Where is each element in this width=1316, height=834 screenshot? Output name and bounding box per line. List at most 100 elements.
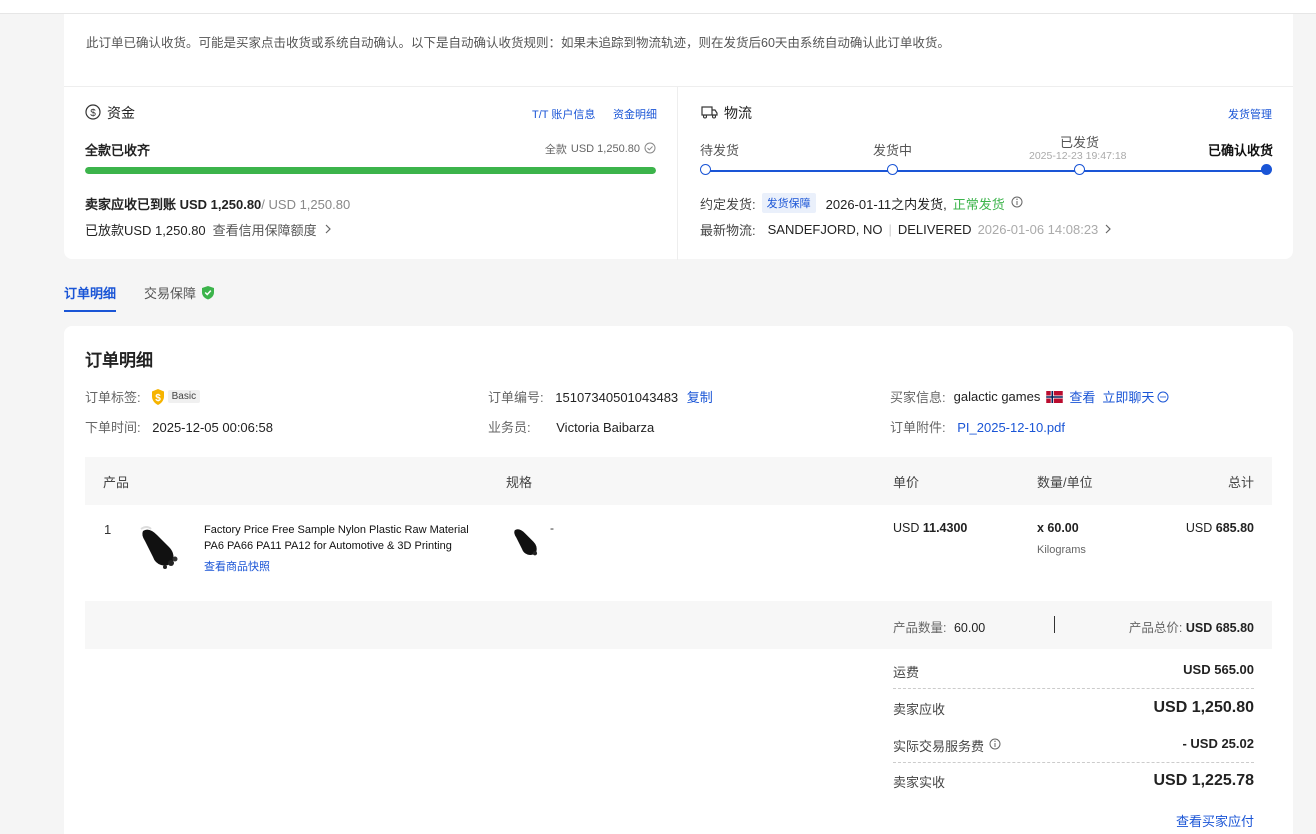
panel-divider [677,87,678,260]
order-detail-card: 订单明细 订单标签: $ Basic 下单时间: 2025-12-05 00:0… [64,326,1293,834]
fee-divider [893,688,1254,689]
copy-order-no-button[interactable]: 复制 [687,390,713,405]
row-total: USD 685.80 [1186,521,1254,535]
shipping-manage-link[interactable]: 发货管理 [1228,106,1272,122]
check-circle-icon [644,142,656,157]
summary-qty: 产品数量: 60.00 [893,617,985,636]
seller-receivable-value: USD 1,250.80 [1153,699,1254,716]
credit-limit-link[interactable]: 查看信用保障额度 [213,220,317,239]
svg-text:$: $ [155,393,161,404]
buyer-chat-link[interactable]: 立即聊天 [1102,387,1154,406]
product-snapshot-link[interactable]: 查看商品快照 [204,558,270,574]
summary-total: 产品总价: USD 685.80 [1129,617,1254,636]
attachment-link[interactable]: PI_2025-12-10.pdf [957,420,1065,435]
summary-qty-value: 60.00 [953,621,986,635]
tab-trade-assurance[interactable]: 交易保障 [144,280,215,313]
unit-price-value: 11.4300 [922,521,968,535]
order-time-row: 下单时间: 2025-12-05 00:06:58 [85,417,273,436]
tab-order-detail-label: 订单明细 [64,286,117,301]
shipping-fee-label: 运费 [893,665,920,680]
spec-value: - [550,521,554,535]
step-dot-shipping [887,164,898,175]
step-dot-pending [700,164,711,175]
sales-value: Victoria Baibarza [556,420,655,435]
latest-label: 最新物流: [700,223,756,238]
attachment-label: 订单附件: [890,420,946,435]
full-label: 全款 [544,144,567,156]
separator: | [888,222,892,237]
buyer-label: 买家信息: [890,390,946,405]
logistics-track [706,170,1266,172]
header-total: 总计 [1227,475,1254,490]
tab-order-detail[interactable]: 订单明细 [64,280,117,313]
latest-time: 2026-01-06 14:08:23 [977,222,1099,237]
seller-received-total: / USD 1,250.80 [261,197,351,212]
summary-total-value: USD 685.80 [1185,621,1254,635]
tt-account-link[interactable]: T/T 账户信息 [532,106,595,122]
order-tabs: 订单明细 交易保障 [64,280,215,313]
product-summary: 产品数量: 60.00 产品总价: USD 685.80 [85,601,1272,649]
summary-divider [1054,616,1055,633]
unit-price: USD 11.4300 [893,521,967,535]
basic-badge-text: Basic [167,390,201,403]
norway-flag-icon [1046,390,1064,403]
released-line: 已放款USD 1,250.80 查看信用保障额度 [85,220,332,239]
header-product: 产品 [103,475,130,490]
info-icon[interactable] [989,738,1001,753]
step-label-confirmed: 已确认收货 [1208,143,1274,158]
seller-receivable-label: 卖家应收 [893,702,946,717]
step-shipped-time: 2025-12-23 19:47:18 [1029,150,1127,162]
full-payment-info: 全款 USD 1,250.80 [545,141,656,157]
chevron-right-icon[interactable] [324,222,332,237]
buyer-payable-link[interactable]: 查看买家应付 [1176,811,1254,830]
seller-actual-value: USD 1,225.78 [1153,772,1254,789]
funds-status: 全款已收齐 [85,143,151,158]
product-name-line2: PA6 PA66 PA11 PA12 for Automotive & 3D P… [204,540,452,552]
tab-trade-assurance-label: 交易保障 [144,286,197,301]
funds-title-text: 资金 [107,105,135,121]
header-quantity: 数量/单位 [1037,475,1093,490]
product-name[interactable]: Factory Price Free Sample Nylon Plastic … [204,522,469,554]
step-dot-shipped [1074,164,1085,175]
seller-received-line: 卖家应收已到账 USD 1,250.80/ USD 1,250.80 [85,194,350,213]
truck-icon [701,105,718,122]
ship-deadline-line: 约定发货: 发货保障 2026-01-11之内发货, 正常发货 [700,193,1023,213]
latest-logistics-line[interactable]: 最新物流: SANDEFJORD, NO | DELIVERED 2026-01… [700,220,1112,239]
product-image[interactable] [135,521,185,574]
order-time-value: 2025-12-05 00:06:58 [152,420,273,435]
funds-title: $ 资金 [85,103,135,123]
order-no-value: 15107340501043483 [555,390,679,405]
basic-badge-icon: $ [149,388,167,406]
logistics-title-text: 物流 [724,105,752,121]
chevron-right-icon[interactable] [1104,222,1112,237]
funds-progress-bar [85,167,656,174]
shipping-fee-value: USD 565.00 [1183,662,1254,677]
unit-price-prefix: USD [893,521,923,535]
funds-detail-link[interactable]: 资金明细 [613,106,657,122]
step-label-shipping: 发货中 [873,143,913,158]
chat-icon[interactable] [1157,391,1169,403]
buyer-view-link[interactable]: 查看 [1069,387,1095,406]
seller-receivable-row: 卖家应收 USD 1,250.80 [893,699,1254,721]
unit: Kilograms [1037,544,1086,556]
summary-total-label: 产品总价: [1128,621,1183,635]
header-unit-price: 单价 [893,475,920,490]
ship-status: 正常发货 [952,196,1005,212]
top-bar [0,0,1316,14]
table-row: 1 Factory Price Free Sample Nylon Plasti… [85,505,1272,601]
info-icon[interactable] [1011,196,1023,211]
fee-divider [893,762,1254,763]
order-tag-row: 订单标签: $ Basic [85,387,201,406]
dollar-circle-icon: $ [85,103,101,123]
order-tag-label: 订单标签: [85,390,141,405]
step-label-shipped: 已发货 [1060,135,1100,150]
product-table-header: 产品 规格 单价 数量/单位 总计 [85,457,1272,505]
full-amount: USD 1,250.80 [570,143,640,155]
order-time-label: 下单时间: [85,420,141,435]
order-detail-title: 订单明细 [85,351,153,370]
status-panel: $ 资金 T/T 账户信息 资金明细 全款已收齐 全款 USD 1,250.80… [64,86,1293,260]
row-total-prefix: USD [1185,521,1216,535]
service-fee-label: 实际交易服务费 [893,739,985,754]
order-notice: 此订单已确认收货。可能是买家点击收货或系统自动确认。以下是自动确认收货规则：如果… [64,14,1293,86]
order-no-row: 订单编号: 15107340501043483 复制 [488,387,713,406]
